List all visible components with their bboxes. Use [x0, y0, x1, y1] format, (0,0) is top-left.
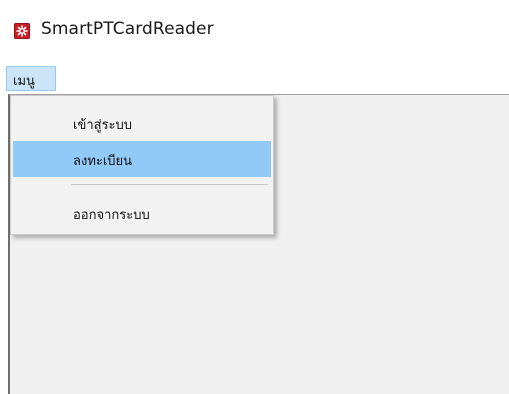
menu-item-register[interactable]: ลงทะเบียน — [13, 141, 271, 177]
app-logo-icon — [14, 23, 30, 39]
window-title: SmartPTCardReader — [41, 19, 214, 39]
menu-item-logout-label: ออกจากระบบ — [73, 208, 150, 223]
menu-bar: เมนู — [0, 64, 509, 94]
menu-main[interactable]: เมนู — [6, 66, 56, 91]
app-window: SmartPTCardReader เมนู เข้าสู่ระบบ ลงทะเ… — [0, 0, 509, 394]
title-bar[interactable]: SmartPTCardReader — [0, 0, 509, 62]
menu-item-login[interactable]: เข้าสู่ระบบ — [13, 105, 271, 141]
dropdown-menu: เข้าสู่ระบบ ลงทะเบียน ออกจากระบบ — [10, 95, 274, 235]
menu-separator — [71, 184, 268, 185]
menu-item-logout[interactable]: ออกจากระบบ — [13, 195, 271, 231]
menu-item-register-label: ลงทะเบียน — [73, 154, 133, 169]
menu-item-login-label: เข้าสู่ระบบ — [73, 118, 133, 133]
menu-main-label: เมนู — [13, 74, 35, 89]
